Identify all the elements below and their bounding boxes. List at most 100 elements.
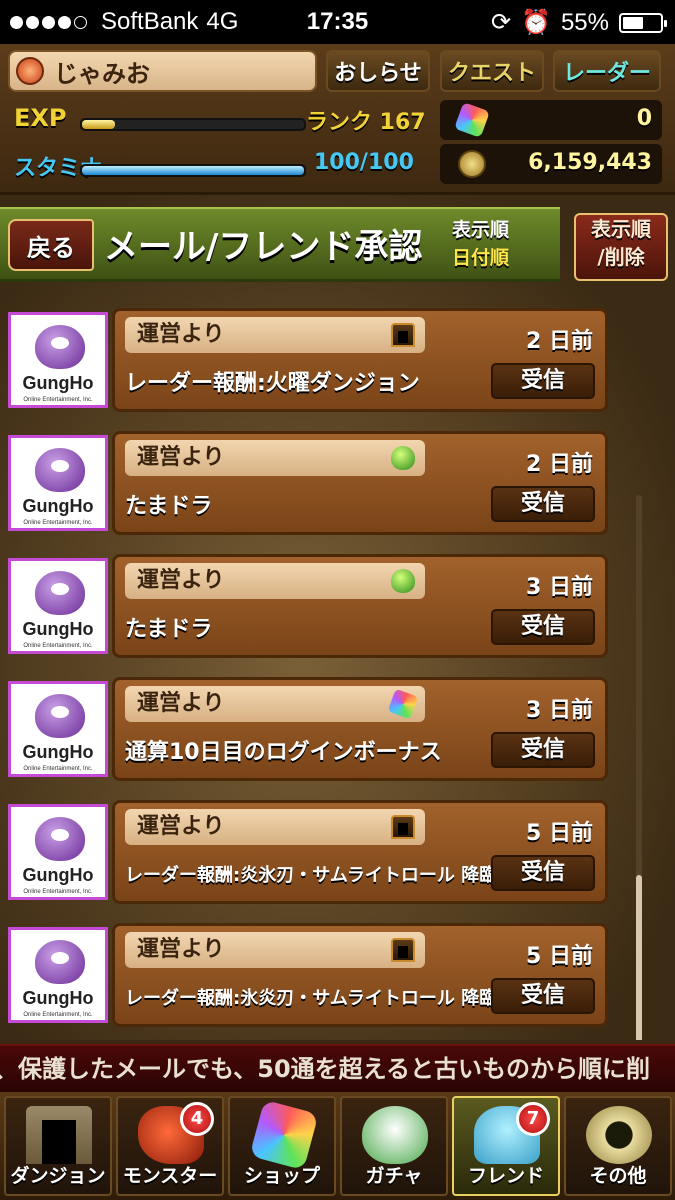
scrollbar-thumb[interactable]: [636, 875, 642, 1040]
mail-sender-plate: 運営より: [125, 563, 425, 599]
receive-button[interactable]: 受信: [491, 609, 595, 645]
player-name-plate[interactable]: じゃみお: [8, 50, 317, 92]
mail-sender-plate: 運営より: [125, 317, 425, 353]
question-mark-icon: [586, 1106, 652, 1164]
magic-stone-counter[interactable]: 0: [440, 100, 662, 140]
title-bar: 戻る メール/フレンド承認 表示順 日付順: [0, 207, 560, 282]
radar-button[interactable]: レーダー: [553, 50, 661, 92]
mail-sender: 運営より: [137, 322, 225, 347]
receive-button[interactable]: 受信: [491, 732, 595, 768]
sender-avatar: GungHo Online Entertainment, Inc.: [8, 435, 108, 531]
dungeon-door-icon: [391, 323, 415, 347]
mail-subject: たまドラ: [125, 494, 213, 519]
nav-dungeon[interactable]: ダンジョン: [4, 1096, 112, 1196]
mail-sender-plate: 運営より: [125, 440, 425, 476]
gungho-logo-icon: [35, 325, 85, 369]
mail-subject: たまドラ: [125, 617, 213, 642]
mail-card[interactable]: 運営より 3 日前 たまドラ 受信: [112, 554, 608, 658]
avatar-brand: GungHo: [22, 865, 94, 885]
receive-button[interactable]: 受信: [491, 855, 595, 891]
avatar-brand: GungHo: [22, 373, 94, 393]
mail-sender: 運営より: [137, 937, 225, 962]
mail-row[interactable]: GungHo Online Entertainment, Inc. 運営より 5 日前…: [8, 923, 608, 1027]
mail-sender: 運営より: [137, 691, 225, 716]
nav-label: ガチャ: [365, 1165, 423, 1187]
mail-card[interactable]: 運営より 3 日前通算10日目のログインボーナス 受信: [112, 677, 608, 781]
receive-button[interactable]: 受信: [491, 486, 595, 522]
mail-sender-plate: 運営より: [125, 809, 425, 845]
battery-icon: [619, 12, 667, 33]
mail-row[interactable]: GungHo Online Entertainment, Inc. 運営より 2 日前…: [8, 431, 608, 535]
mail-age: 3 日前: [526, 698, 593, 723]
player-attribute-icon: [16, 57, 44, 85]
mail-age: 2 日前: [526, 452, 593, 477]
nav-label: ショップ: [243, 1165, 320, 1187]
magic-stone-icon: [249, 1099, 319, 1171]
receive-button[interactable]: 受信: [491, 363, 595, 399]
mail-row[interactable]: GungHo Online Entertainment, Inc. 運営より 2 日前…: [8, 308, 608, 412]
avatar-subtext: Online Entertainment, Inc.: [23, 766, 93, 772]
rotation-lock-icon: ⟳: [490, 9, 512, 36]
dungeon-gate-icon: [26, 1106, 92, 1164]
nav-monster[interactable]: 4 モンスター: [116, 1096, 224, 1196]
sort-delete-button[interactable]: 表示順 /削除: [574, 213, 668, 281]
quest-button[interactable]: クエスト: [440, 50, 544, 92]
magic-stone-count: 0: [636, 106, 652, 131]
avatar-brand: GungHo: [22, 496, 94, 516]
nav-label: ダンジョン: [10, 1165, 106, 1187]
sender-avatar: GungHo Online Entertainment, Inc.: [8, 558, 108, 654]
sort-order-value[interactable]: 日付順: [452, 243, 509, 270]
rank-value: ランク 167: [306, 110, 426, 135]
notification-badge: 7: [516, 1102, 550, 1136]
receive-button[interactable]: 受信: [491, 978, 595, 1014]
mail-sender: 運営より: [137, 445, 225, 470]
avatar-subtext: Online Entertainment, Inc.: [23, 1012, 93, 1018]
mail-age: 5 日前: [526, 944, 593, 969]
mail-row[interactable]: GungHo Online Entertainment, Inc. 運営より 3 日前…: [8, 677, 608, 781]
nav-label: モンスター: [122, 1165, 218, 1187]
news-ticker: 、保護したメールでも、50通を超えると古いものから順に削: [0, 1044, 675, 1094]
sort-delete-line2: /削除: [597, 245, 645, 269]
scrollbar[interactable]: [636, 495, 642, 1040]
mail-sender: 運営より: [137, 568, 225, 593]
status-bar: SoftBank 4G 17:35 ⟳ ⏰ 55%: [0, 0, 675, 44]
gungho-logo-icon: [35, 817, 85, 861]
avatar-subtext: Online Entertainment, Inc.: [23, 643, 93, 649]
nav-label: その他: [589, 1165, 647, 1187]
mail-card[interactable]: 運営より 2 日前 レーダー報酬:火曜ダンジョン 受信: [112, 308, 608, 412]
mail-row[interactable]: GungHo Online Entertainment, Inc. 運営より 5 日前…: [8, 800, 608, 904]
nav-friend[interactable]: 7 フレンド: [452, 1096, 560, 1196]
mail-subject: レーダー報酬:氷炎刃・サムライトロール 降臨!: [125, 988, 506, 1009]
gungho-logo-icon: [35, 571, 85, 615]
avatar-brand: GungHo: [22, 988, 94, 1008]
nav-shop[interactable]: ショップ: [228, 1096, 336, 1196]
dungeon-door-icon: [391, 815, 415, 839]
back-button[interactable]: 戻る: [8, 219, 94, 271]
mail-subject: レーダー報酬:火曜ダンジョン: [125, 371, 420, 396]
coin-count: 6,159,443: [528, 150, 652, 175]
mail-age: 5 日前: [526, 821, 593, 846]
gungho-logo-icon: [35, 940, 85, 984]
sender-avatar: GungHo Online Entertainment, Inc.: [8, 804, 108, 900]
nav-gacha[interactable]: ガチャ: [340, 1096, 448, 1196]
sort-delete-line1: 表示順: [591, 217, 651, 241]
coin-counter: 6,159,443: [440, 144, 662, 184]
magic-stone-icon: [454, 102, 490, 138]
mail-row[interactable]: GungHo Online Entertainment, Inc. 運営より 3 日前…: [8, 554, 608, 658]
nav-other[interactable]: その他: [564, 1096, 672, 1196]
mail-sender: 運営より: [137, 814, 225, 839]
mail-sender-plate: 運営より: [125, 932, 425, 968]
news-button[interactable]: おしらせ: [326, 50, 430, 92]
mail-card[interactable]: 運営より 5 日前 レーダー報酬:炎氷刃・サムライトロール 降臨! 受信: [112, 800, 608, 904]
egg-icon: [391, 569, 415, 593]
notification-badge: 4: [180, 1102, 214, 1136]
mail-card[interactable]: 運営より 5 日前 レーダー報酬:氷炎刃・サムライトロール 降臨! 受信: [112, 923, 608, 1027]
battery-percent: 55%: [560, 8, 609, 36]
mail-subject: レーダー報酬:炎氷刃・サムライトロール 降臨!: [125, 865, 506, 886]
page-title: メール/フレンド承認: [104, 227, 423, 267]
sort-order-label: 表示順: [452, 219, 510, 241]
sender-avatar: GungHo Online Entertainment, Inc.: [8, 681, 108, 777]
mail-subject: 通算10日目のログインボーナス: [125, 740, 442, 765]
mail-card[interactable]: 運営より 2 日前たまドラ 受信: [112, 431, 608, 535]
sender-avatar: GungHo Online Entertainment, Inc.: [8, 312, 108, 408]
